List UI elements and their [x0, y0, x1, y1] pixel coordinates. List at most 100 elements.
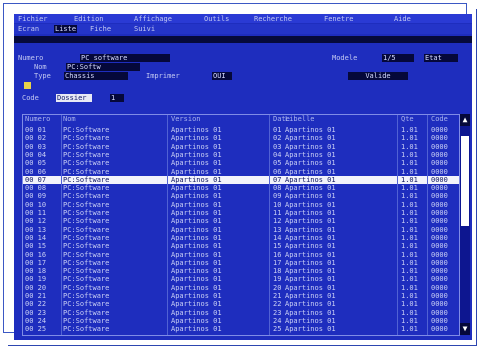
- table-cell: 17: [273, 258, 282, 267]
- table-row[interactable]: 00 16 PC:Software Apartinos 01 16 Apartinos …: [23, 251, 459, 259]
- table-row[interactable]: 00 04 PC:Software Apartinos 01 04 Apartinos …: [23, 151, 459, 159]
- table-row[interactable]: 00 13 PC:Software Apartinos 01 13 Apartinos …: [23, 226, 459, 234]
- table-cell: PC:Software: [63, 192, 110, 201]
- field5-input[interactable]: Dossier: [56, 94, 92, 102]
- table-cell: 12: [273, 217, 282, 226]
- table-cell: Apartinos 01: [171, 267, 222, 276]
- toolbar-item-0[interactable]: Ecran: [18, 25, 39, 33]
- table-row[interactable]: 00 08 PC:Software Apartinos 01 08 Apartinos …: [23, 184, 459, 192]
- menu-item-5[interactable]: Fenetre: [324, 15, 354, 23]
- table-cell: 08: [273, 184, 282, 193]
- status-button[interactable]: Valide: [348, 72, 408, 80]
- table-row[interactable]: 00 12 PC:Software Apartinos 01 12 Apartinos …: [23, 217, 459, 225]
- field5-suffix[interactable]: 1: [110, 94, 124, 102]
- table-row[interactable]: 00 15 PC:Software Apartinos 01 15 Apartinos …: [23, 242, 459, 250]
- table-row[interactable]: 00 03 PC:Software Apartinos 01 03 Apartinos …: [23, 143, 459, 151]
- table-cell: 0000: [431, 225, 448, 234]
- table-cell: 00 10: [25, 200, 47, 209]
- table-row[interactable]: 00 07 PC:Software Apartinos 01 07 Apartinos …: [23, 175, 459, 184]
- table-row[interactable]: 00 01 PC:Software Apartinos 01 01 Apartinos …: [23, 126, 459, 134]
- header-col-1[interactable]: Nom: [63, 115, 76, 123]
- menu-item-4[interactable]: Recherche: [254, 15, 292, 23]
- table-cell: 00 18: [25, 267, 47, 276]
- table-cell: Apartinos 01: [285, 316, 336, 325]
- table-row[interactable]: 00 18 PC:Software Apartinos 01 18 Apartinos …: [23, 267, 459, 275]
- menu-item-3[interactable]: Outils: [204, 15, 229, 23]
- field1-input[interactable]: PC software: [80, 54, 170, 62]
- header-col-6[interactable]: Code: [431, 115, 448, 123]
- table-cell: Apartinos 01: [171, 292, 222, 300]
- table-row[interactable]: 00 17 PC:Software Apartinos 01 17 Apartinos …: [23, 259, 459, 267]
- table-cell: 0000: [431, 159, 448, 168]
- table-cell: Apartinos 01: [171, 184, 222, 193]
- table-row[interactable]: 00 24 PC:Software Apartinos 01 24 Apartinos …: [23, 317, 459, 325]
- table-cell: 14: [273, 233, 282, 242]
- table-cell: Apartinos 01: [285, 275, 336, 284]
- field3-input[interactable]: Chassis: [64, 72, 128, 80]
- table-cell: Apartinos 01: [285, 134, 336, 143]
- table-cell: 00 15: [25, 242, 47, 251]
- menu-item-1[interactable]: Edition: [74, 15, 104, 23]
- menu-item-0[interactable]: Fichier: [18, 15, 48, 23]
- table-cell: Apartinos 01: [285, 200, 336, 209]
- header-col-4[interactable]: Libelle: [285, 115, 315, 123]
- table-cell: Apartinos 01: [171, 192, 222, 201]
- table-cell: 0000: [431, 250, 448, 259]
- table-cell: 1.01: [401, 283, 418, 292]
- table-cell: 0000: [431, 200, 448, 209]
- right-label1: Modele: [332, 54, 358, 62]
- field2-input[interactable]: PC:Softw: [66, 63, 140, 71]
- table-row[interactable]: 00 10 PC:Software Apartinos 01 10 Apartinos …: [23, 201, 459, 209]
- table-cell: PC:Software: [63, 134, 110, 143]
- menu-item-2[interactable]: Affichage: [134, 15, 172, 23]
- table-row[interactable]: 00 19 PC:Software Apartinos 01 19 Apartinos …: [23, 275, 459, 283]
- toolbar-item-1[interactable]: Liste: [54, 25, 78, 33]
- table-row[interactable]: 00 23 PC:Software Apartinos 01 23 Apartinos …: [23, 309, 459, 317]
- header-col-5[interactable]: Qte: [401, 115, 414, 123]
- table-row[interactable]: 00 25 PC:Software Apartinos 01 25 Apartinos …: [23, 325, 459, 333]
- table-row[interactable]: 00 21 PC:Software Apartinos 01 21 Apartinos …: [23, 292, 459, 300]
- table-cell: 1.01: [401, 192, 418, 201]
- table-row[interactable]: 00 09 PC:Software Apartinos 01 09 Apartinos …: [23, 192, 459, 200]
- table-cell: 0000: [431, 325, 448, 334]
- header-col-2[interactable]: Version: [171, 115, 201, 123]
- table-cell: 21: [273, 292, 282, 300]
- table-cell: PC:Software: [63, 167, 110, 176]
- table-cell: 0000: [431, 167, 448, 176]
- table-row[interactable]: 00 11 PC:Software Apartinos 01 11 Apartinos …: [23, 209, 459, 217]
- table-cell: 00 17: [25, 258, 47, 267]
- table-cell: 00 01: [25, 126, 47, 134]
- table-row[interactable]: 00 06 PC:Software Apartinos 01 06 Apartinos …: [23, 168, 459, 176]
- header-col-0[interactable]: Numero: [25, 115, 50, 123]
- table-row[interactable]: 00 14 PC:Software Apartinos 01 14 Apartinos …: [23, 234, 459, 242]
- table-cell: 1.01: [401, 184, 418, 193]
- table-cell: 00 19: [25, 275, 47, 284]
- right-input2[interactable]: Etat: [424, 54, 458, 62]
- table-cell: 0000: [431, 184, 448, 193]
- table-cell: 11: [273, 209, 282, 217]
- table-cell: 1.01: [401, 242, 418, 251]
- table-cell: Apartinos 01: [171, 233, 222, 242]
- table-cell: 0000: [431, 283, 448, 292]
- table-row[interactable]: 00 20 PC:Software Apartinos 01 20 Apartinos …: [23, 284, 459, 292]
- table-cell: 0000: [431, 316, 448, 325]
- toolbar-item-3[interactable]: Suivi: [134, 25, 155, 33]
- table-cell: 06: [273, 167, 282, 176]
- table-cell: 00 04: [25, 150, 47, 159]
- table-row[interactable]: 00 02 PC:Software Apartinos 01 02 Apartinos …: [23, 134, 459, 142]
- vertical-scrollbar[interactable]: ▲ ▼: [460, 114, 470, 335]
- table-row[interactable]: 00 22 PC:Software Apartinos 01 22 Apartinos …: [23, 300, 459, 308]
- field4-input[interactable]: OUI: [212, 72, 232, 80]
- table-cell: 1.01: [401, 225, 418, 234]
- table-cell: 0000: [431, 233, 448, 242]
- scroll-up-icon[interactable]: ▲: [460, 114, 470, 126]
- table-cell: PC:Software: [63, 250, 110, 259]
- scrollbar-thumb[interactable]: [461, 136, 469, 226]
- toolbar-item-2[interactable]: Fiche: [90, 25, 111, 33]
- scroll-down-icon[interactable]: ▼: [460, 323, 470, 335]
- right-input1[interactable]: 1/5: [382, 54, 414, 62]
- table-cell: Apartinos 01: [171, 225, 222, 234]
- table-cell: 00 12: [25, 217, 47, 226]
- menu-item-6[interactable]: Aide: [394, 15, 411, 23]
- table-row[interactable]: 00 05 PC:Software Apartinos 01 05 Apartinos …: [23, 159, 459, 167]
